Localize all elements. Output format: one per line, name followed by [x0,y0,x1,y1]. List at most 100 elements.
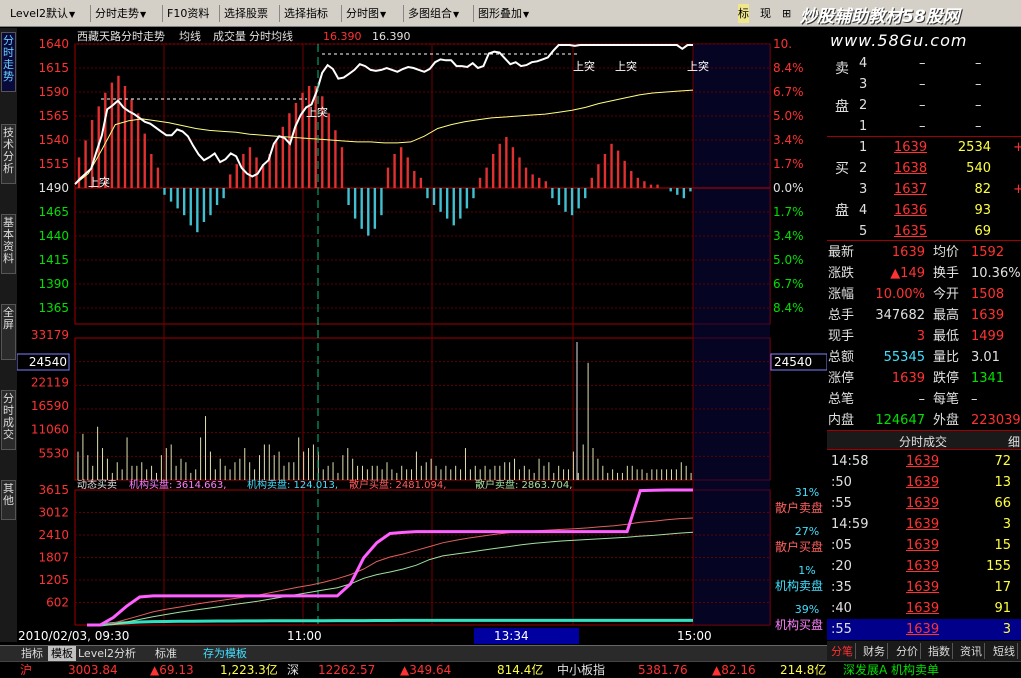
pct-axis-label: 3.4% [773,133,804,147]
stat-label: 外盘 [933,413,960,428]
left-tab-2[interactable]: 基本资料 [1,214,16,274]
left-tab-4[interactable]: 分时成交 [1,390,16,450]
left-tab-5[interactable]: 其他 [1,480,16,520]
pct-axis-label: 1.7% [773,205,804,219]
sell-side-label: 卖 [835,61,849,77]
overlay-menu[interactable]: 图形叠加▼ [478,4,529,23]
bottom-tab-2[interactable]: Level2分析 [75,646,139,661]
trade-row: :55 1639 66 [827,493,1021,514]
pct-axis-label: 8.4% [773,301,804,315]
stat-row: 总额 55345 量比 3.01 [827,347,1021,368]
trade-row: :20 1639 155 [827,556,1021,577]
bottom-tab-0[interactable]: 指标 [18,646,46,661]
toolbar-label: 选择股票 [224,7,268,20]
bid-row: 2 1638 540 [827,158,1021,179]
right-tab-1[interactable]: 财务 [861,643,888,659]
watermark-title: 炒股辅助教材58股网 [800,7,960,27]
indicator-legend-item: 机构卖盘: 124.013, [247,478,338,491]
bid-volume: 93 [974,203,991,218]
trade-volume: 66 [994,496,1011,511]
right-tab-0[interactable]: 分笔 [829,643,856,659]
left-tab-1[interactable]: 技术分析 [1,124,16,184]
trade-volume: 3 [1002,517,1011,532]
trade-price: 1639 [906,580,940,595]
mark-button[interactable]: 标 [738,4,749,23]
sell-side-label: 盘 [835,99,849,115]
bottom-tab-4[interactable]: 存为模板 [200,646,250,661]
indicator-axis-label: 3615 [38,483,69,497]
bottom-tab-3[interactable]: 标准 [152,646,180,661]
indicator-axis-label: 1807 [38,551,69,565]
select-stock-button[interactable]: 选择股票 [224,4,268,23]
ask-level: 4 [859,56,868,71]
price-axis-label: 1590 [38,85,69,99]
price-axis-label: 1540 [38,133,69,147]
trades-header: 分时成交 细 [827,430,1021,450]
trade-row: :50 1639 13 [827,472,1021,493]
stat-value: 1592 [971,245,1005,260]
right-tab-bar: 分笔 财务 分价 指数 资讯 短线 [827,641,1021,661]
trades-title: 分时成交 [899,435,948,449]
stat-value: – [971,392,978,407]
ask-row: 3 – – [827,74,1021,95]
stat-label: 换手 [933,266,960,281]
bid-level: 5 [859,224,868,239]
stat-label: 今开 [933,287,960,302]
bid-row: 1 1639 2534 + [827,137,1021,158]
level2-default-menu[interactable]: Level2默认▼ [10,4,75,23]
indicator-series-label: 机构买盘 [775,617,823,632]
trade-price: 1639 [906,475,940,490]
indicator-legend-item: 机构买盘: 3614.663, [129,478,226,491]
intraday-trend-menu[interactable]: 分时走势▼ [95,4,146,23]
bottom-tab-1[interactable]: 模板 [48,646,76,661]
ticker-item: ▲69.13 [150,663,194,677]
left-tab-3[interactable]: 全屏 [1,304,16,360]
stat-label: 最新 [828,245,855,260]
stats-divider [827,240,1021,241]
stat-label: 涨停 [828,371,855,386]
f10-info-button[interactable]: F10资料 [167,4,209,23]
stat-label: 每笔 [933,392,960,407]
trades-detail-button[interactable]: 细 [1008,433,1020,450]
indicator-legend-item: 散户卖盘: 2863.704, [475,478,572,491]
right-tab-3[interactable]: 指数 [926,643,953,659]
ticker-item[interactable]: 深发展A 机构卖单 [843,662,939,678]
multi-chart-menu[interactable]: 多图组合▼ [408,4,459,23]
stat-value: 1499 [971,329,1005,344]
stat-row: 涨停 1639 跌停 1341 [827,368,1021,389]
ask-volume: – [975,98,982,113]
trade-volume: 3 [1002,622,1011,637]
pct-axis-label: 6.7% [773,277,804,291]
select-indicator-button[interactable]: 选择指标 [284,4,328,23]
pct-axis-label: 5.0% [773,253,804,267]
trade-volume: 72 [994,454,1011,469]
pct-axis-label: 6.7% [773,85,804,99]
ask-volume: – [975,119,982,134]
ticker-item: ▲349.64 [400,663,452,677]
stat-row: 内盘 124647 外盘 223039 [827,410,1021,431]
left-tab-0[interactable]: 分时走势 [1,32,16,92]
bid-level: 4 [859,203,868,218]
right-tab-4[interactable]: 资讯 [958,643,985,659]
right-tab-5[interactable]: 短线 [991,643,1018,659]
ticker-item: 中小板指 [557,663,606,677]
stat-value: 10.36% [971,266,1021,281]
trade-price: 1639 [906,559,940,574]
trade-time: 14:58 [831,454,869,469]
stat-row: 涨幅 10.00% 今开 1508 [827,284,1021,305]
right-tab-2[interactable]: 分价 [894,643,921,659]
intraday-chart-menu[interactable]: 分时图▼ [346,4,386,23]
grid-icon[interactable]: ⊞ [782,4,791,23]
stat-value: 124647 [875,413,925,428]
bid-price: 1636 [894,203,928,218]
stat-value: ▲149 [890,266,925,281]
intraday-chart[interactable]: 1640 1615 1590 1565 1540 1515 1490 1465 1440 1415… [17,28,827,645]
trade-volume: 155 [986,559,1011,574]
trade-price: 1639 [906,601,940,616]
svg-text:24540: 24540 [29,355,67,369]
volume-crosshair-marker: 24540 [770,353,827,371]
pct-axis-label: 5.0% [773,109,804,123]
current-button[interactable]: 现 [760,4,771,23]
trade-volume: 15 [994,538,1011,553]
toolbar-label: Level2默认 [10,7,69,20]
